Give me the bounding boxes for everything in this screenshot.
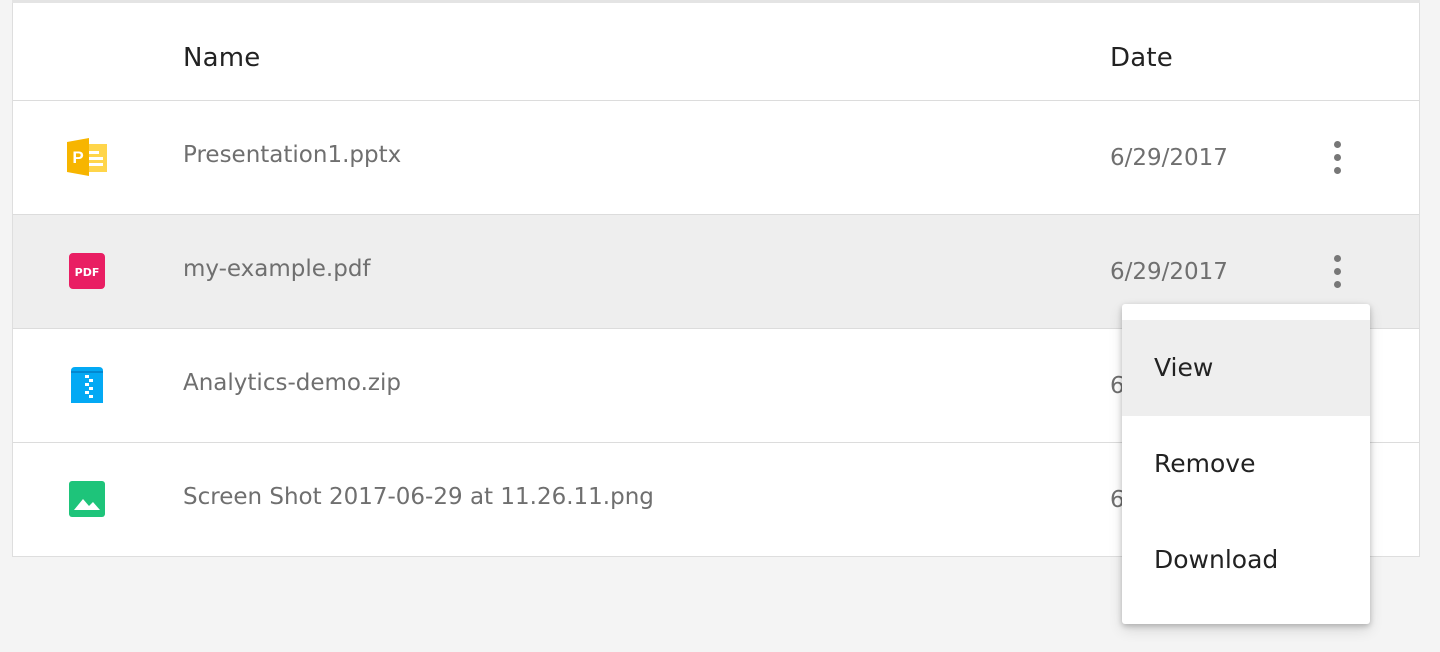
column-header-name[interactable]: Name <box>183 3 261 100</box>
more-options-button[interactable] <box>1323 253 1353 293</box>
more-vert-icon <box>1334 255 1341 262</box>
more-options-button[interactable] <box>1323 139 1353 179</box>
powerpoint-file-icon: P <box>67 138 107 176</box>
file-name[interactable]: Screen Shot 2017-06-29 at 11.26.11.png <box>183 443 654 556</box>
image-file-icon <box>69 481 105 517</box>
menu-item-view[interactable]: View <box>1122 320 1370 416</box>
svg-text:PDF: PDF <box>75 266 100 279</box>
file-date: 6/29/2017 <box>1110 145 1228 171</box>
menu-item-download[interactable]: Download <box>1122 512 1370 608</box>
file-name[interactable]: Analytics-demo.zip <box>183 329 401 442</box>
column-header-date[interactable]: Date <box>1110 3 1173 100</box>
pdf-file-icon: PDF <box>69 253 105 289</box>
file-name[interactable]: Presentation1.pptx <box>183 101 401 214</box>
file-name[interactable]: my-example.pdf <box>183 215 371 328</box>
table-header: Name Date <box>13 3 1419 101</box>
svg-text:P: P <box>72 148 83 167</box>
zip-file-icon <box>71 367 103 403</box>
table-row[interactable]: P Presentation1.pptx 6/29/2017 <box>13 101 1419 215</box>
file-list-page: Name Date P Presentation1.pptx 6/29/2017 <box>0 0 1440 652</box>
context-menu: View Remove Download <box>1122 304 1370 624</box>
more-vert-icon <box>1334 141 1341 148</box>
menu-item-remove[interactable]: Remove <box>1122 416 1370 512</box>
